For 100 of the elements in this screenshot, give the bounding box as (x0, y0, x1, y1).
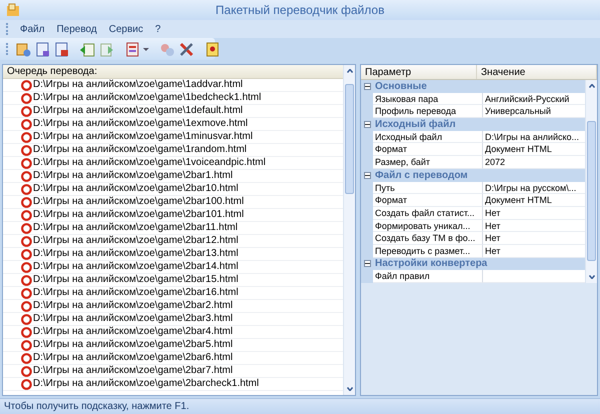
property-name[interactable]: Файл правил (373, 270, 483, 283)
file-path[interactable]: D:\Игры на анлийском\zoe\game\1random.html (33, 144, 247, 156)
category-title: Настройки конвертера (375, 258, 488, 270)
property-name[interactable]: Языковая пара (373, 92, 483, 106)
file-path[interactable]: D:\Игры на анлийском\zoe\game\2barcheck1.html (33, 378, 259, 390)
stop-icon (21, 184, 32, 194)
file-path[interactable]: D:\Игры на анлийском\zoe\game\2bar3.html (33, 313, 233, 325)
app-icon (6, 3, 20, 17)
scroll-down-icon[interactable] (346, 387, 352, 391)
stop-icon (21, 196, 32, 208)
menu-item[interactable]: Файл (15, 22, 50, 36)
file-path[interactable]: D:\Игры на анлийском\zoe\game\2bar10.html (33, 183, 238, 195)
property-value[interactable]: Документ HTML (483, 194, 585, 207)
property-value[interactable]: Универсальный (483, 105, 585, 118)
toolbar-button[interactable] (124, 40, 140, 58)
file-path[interactable]: D:\Игры на анлийском\zoe\game\2bar11.html (33, 222, 238, 234)
property-name[interactable]: Переводить с размет... (373, 244, 483, 258)
file-path[interactable]: D:\Игры на анлийском\zoe\game\2bar16.html (33, 287, 238, 299)
stop-icon (21, 92, 32, 104)
file-path[interactable]: D:\Игры на анлийском\zoe\game\2bar1.html (33, 170, 233, 182)
stop-icon (21, 340, 32, 350)
file-path[interactable]: D:\Игры на анлийском\zoe\game\2bar100.html (33, 196, 244, 208)
file-path[interactable]: D:\Игры на анлийском\zoe\game\1exmove.html (33, 118, 248, 130)
stop-icon (21, 352, 32, 364)
toolbar-button[interactable] (53, 40, 69, 58)
stop-icon (21, 248, 32, 260)
window-title: Пакетный переводчик файлов (214, 3, 386, 17)
stop-icon (21, 262, 32, 272)
scroll-up-icon[interactable] (588, 84, 594, 88)
menu-item[interactable]: ? (150, 22, 166, 36)
stop-icon (21, 366, 32, 376)
property-value[interactable]: Нет (483, 206, 585, 220)
scroll-down-icon[interactable] (588, 275, 594, 279)
menu-item[interactable]: Сервис (104, 22, 148, 36)
property-name[interactable]: Создать файл статист... (373, 206, 483, 220)
stop-icon (21, 132, 32, 142)
list-icon (124, 41, 140, 57)
documents-icon (15, 41, 31, 57)
stop-icon (21, 326, 32, 338)
file-path[interactable]: D:\Игры на анлийском\zoe\game\2bar2.html (33, 300, 233, 312)
stop-icon (21, 300, 32, 312)
stop-icon (21, 170, 32, 182)
arrow-icon (79, 41, 95, 57)
file-path[interactable]: D:\Игры на анлийском\zoe\game\2bar15.html (33, 274, 238, 286)
stop-icon (21, 222, 32, 234)
stop-icon (21, 106, 32, 116)
file-path[interactable]: D:\Игры на анлийском\zoe\game\2bar13.html (33, 248, 238, 260)
stop-icon (21, 288, 32, 298)
file-path[interactable]: D:\Игры на анлийском\zoe\game\2bar5.html (33, 339, 233, 351)
file-path[interactable]: D:\Игры на анлийском\zoe\game\1bedcheck1.html (33, 92, 262, 104)
property-name[interactable]: Формировать уникал... (373, 220, 483, 232)
file-path[interactable]: D:\Игры на анлийском\zoe\game\2bar12.html (33, 235, 238, 247)
property-value[interactable]: D:\Игры на русском\... (483, 182, 585, 194)
file-path[interactable]: D:\Игры на анлийском\zoe\game\1minusvar.html (33, 131, 253, 143)
scrollbar[interactable] (343, 65, 355, 395)
stop-icon (21, 158, 32, 168)
property-name[interactable]: Формат (373, 143, 483, 156)
menu-item[interactable]: Перевод (52, 22, 102, 36)
document-icon (34, 41, 50, 57)
property-value[interactable]: Нет (483, 244, 585, 258)
file-path[interactable]: D:\Игры на анлийском\zoe\game\2bar101.html (33, 209, 244, 221)
scrollbar[interactable] (585, 80, 597, 283)
document-icon (53, 41, 69, 57)
property-value[interactable]: Документ HTML (483, 143, 585, 156)
toolbar-button[interactable] (34, 40, 50, 58)
scroll-up-icon[interactable] (346, 69, 352, 73)
file-path[interactable]: D:\Игры на анлийском\zoe\game\2bar6.html (33, 352, 233, 364)
file-path[interactable]: D:\Игры на анлийском\zoe\game\2bar14.html (33, 261, 238, 273)
property-value[interactable]: Английский-Русский (483, 92, 585, 106)
collapse-icon[interactable] (364, 260, 371, 268)
file-path[interactable]: D:\Игры на анлийском\zoe\game\1default.html (33, 105, 243, 117)
column-header[interactable]: Параметр (361, 65, 477, 79)
column-header[interactable]: Значение (477, 65, 597, 79)
queue-heading: Очередь перевода: (3, 65, 343, 79)
file-path[interactable]: D:\Игры на анлийском\zoe\game\2bar4.html (33, 326, 233, 338)
stop-icon (21, 236, 32, 246)
property-value[interactable]: D:\Игры на анлийско... (483, 130, 585, 144)
stop-icon (21, 144, 32, 156)
property-name[interactable]: Профиль перевода (373, 105, 483, 118)
collapse-icon[interactable] (364, 82, 371, 90)
caret-icon (143, 48, 149, 50)
property-value[interactable]: 2072 (483, 156, 585, 169)
file-path[interactable]: D:\Игры на анлийском\zoe\game\1addvar.html (33, 79, 243, 91)
collapse-icon[interactable] (364, 172, 371, 179)
category-title: Файл с переводом (375, 170, 468, 181)
collapse-icon[interactable] (364, 120, 371, 128)
property-value[interactable]: Нет (483, 232, 585, 245)
stop-icon (21, 378, 32, 390)
property-name[interactable]: Размер, байт (373, 156, 483, 169)
property-name[interactable]: Создать базу ТМ в фо... (373, 232, 483, 245)
property-value[interactable]: Нет (483, 220, 585, 232)
property-name[interactable]: Путь (373, 182, 483, 194)
status-text: Чтобы получить подсказку, нажмите F1. (4, 401, 190, 412)
file-path[interactable]: D:\Игры на анлийском\zoe\game\2bar7.html (33, 365, 233, 377)
file-path[interactable]: D:\Игры на анлийском\zoe\game\1voiceandpic.html (33, 157, 266, 169)
property-name[interactable]: Исходный файл (373, 130, 483, 144)
property-name[interactable]: Формат (373, 194, 483, 207)
stop-icon (21, 80, 32, 90)
stop-icon (21, 314, 32, 324)
category-title: Исходный файл (375, 118, 456, 130)
